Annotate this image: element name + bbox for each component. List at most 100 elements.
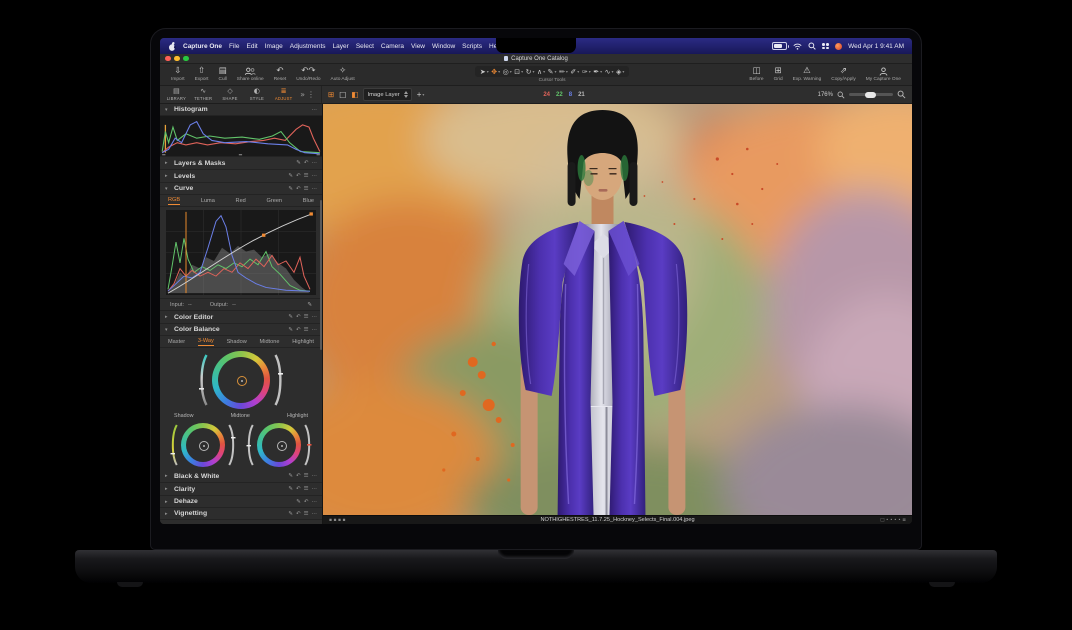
share-online-button[interactable]: Share online bbox=[232, 64, 269, 85]
auto-adjust-button[interactable]: ✧ Auto Adjust bbox=[326, 64, 360, 85]
more-icon[interactable]: ⋯ bbox=[312, 160, 318, 166]
cull-button[interactable]: ▤ Cull bbox=[213, 64, 231, 85]
single-view-icon[interactable]: □ bbox=[339, 90, 346, 99]
apple-logo-icon[interactable] bbox=[168, 42, 176, 51]
cb-tab-master[interactable]: Master bbox=[168, 339, 185, 345]
edit-icon[interactable]: ✎ bbox=[288, 486, 293, 492]
midtone-right-arc-slider[interactable] bbox=[274, 353, 284, 407]
presets-icon[interactable]: ☰ bbox=[304, 186, 309, 192]
menu-image[interactable]: Image bbox=[265, 43, 283, 50]
presets-icon[interactable]: ☰ bbox=[304, 486, 309, 492]
menu-edit[interactable]: Edit bbox=[247, 43, 258, 50]
tab-tether[interactable]: ∿ TETHER bbox=[191, 88, 216, 101]
undo-redo-button[interactable]: ↶↷ Undo/Redo bbox=[291, 64, 325, 85]
pan-tool[interactable]: ✥▾ bbox=[491, 68, 500, 76]
export-button[interactable]: ⇧ Export bbox=[190, 64, 214, 85]
control-center-icon[interactable] bbox=[822, 43, 829, 49]
tab-overflow-icon[interactable]: ⋮ bbox=[307, 90, 315, 99]
curve-tab-blue[interactable]: Blue bbox=[303, 198, 314, 204]
shadow-color-wheel[interactable] bbox=[181, 423, 225, 467]
levels-header[interactable]: ▸ Levels ✎ ↶ ☰ ⋯ bbox=[160, 170, 322, 183]
menu-layer[interactable]: Layer bbox=[333, 43, 349, 50]
edit-icon[interactable]: ✎ bbox=[296, 160, 301, 166]
user-avatar[interactable] bbox=[835, 43, 842, 50]
add-layer-button[interactable]: + ▾ bbox=[417, 90, 425, 99]
reset-icon[interactable]: ↶ bbox=[296, 173, 301, 179]
tab-style[interactable]: ◐ STYLE bbox=[244, 88, 269, 101]
layers-masks-header[interactable]: ▸ Layers & Masks ✎ ↶ ⋯ bbox=[160, 157, 322, 170]
rotate-tool[interactable]: ↻▾ bbox=[526, 68, 535, 76]
crop-tool[interactable]: ⊡▾ bbox=[514, 68, 523, 76]
keystone-tool[interactable]: ∧▾ bbox=[537, 68, 545, 76]
more-icon[interactable]: ⋯ bbox=[312, 486, 318, 492]
shadow-left-arc-slider[interactable] bbox=[170, 423, 178, 467]
presets-icon[interactable]: ☰ bbox=[304, 473, 309, 479]
zoom-slider[interactable] bbox=[849, 93, 893, 96]
battery-icon[interactable] bbox=[772, 42, 787, 50]
expand-tabs-icon[interactable]: » bbox=[300, 90, 305, 99]
exposure-warning-button[interactable]: ⚠ Exp. Warning bbox=[788, 64, 827, 85]
highlight-left-arc-slider[interactable] bbox=[246, 423, 254, 467]
tab-library[interactable]: ▤ LIBRARY bbox=[164, 88, 189, 101]
more-icon[interactable]: ⋯ bbox=[312, 499, 318, 505]
edit-icon[interactable]: ✎ bbox=[288, 473, 293, 479]
grid-button[interactable]: ⊞ Grid bbox=[769, 64, 788, 85]
more-icon[interactable]: ⋯ bbox=[312, 314, 318, 320]
menu-clock[interactable]: Wed Apr 1 9:41 AM bbox=[848, 43, 904, 50]
curve-tab-red[interactable]: Red bbox=[236, 198, 246, 204]
reset-icon[interactable]: ↶ bbox=[304, 499, 309, 505]
clone-tool[interactable]: ✑▾ bbox=[582, 68, 591, 76]
color-balance-header[interactable]: ▾ Color Balance ✎ ↶ ☰ ⋯ bbox=[160, 324, 322, 336]
histogram-header[interactable]: ▾ Histogram ⋯ bbox=[160, 104, 322, 116]
before-after-button[interactable]: ◫ Before bbox=[744, 64, 768, 85]
erase-mask-tool[interactable]: ✏▾ bbox=[559, 68, 568, 76]
zoom-out-icon[interactable] bbox=[837, 91, 845, 99]
black-white-header[interactable]: ▸ Black & White ✎ ↶ ☰ ⋯ bbox=[160, 470, 322, 483]
reset-icon[interactable]: ↶ bbox=[296, 186, 301, 192]
clarity-header[interactable]: ▸ Clarity ✎ ↶ ☰ ⋯ bbox=[160, 483, 322, 496]
loupe-tool[interactable]: ◎▾ bbox=[503, 68, 512, 76]
reset-icon[interactable]: ↶ bbox=[296, 486, 301, 492]
edit-icon[interactable]: ✎ bbox=[288, 173, 293, 179]
highlight-color-wheel[interactable] bbox=[257, 423, 301, 467]
curve-tab-luma[interactable]: Luma bbox=[201, 198, 215, 204]
reset-icon[interactable]: ↶ bbox=[304, 160, 309, 166]
reset-icon[interactable]: ↶ bbox=[296, 473, 301, 479]
color-picker-tool[interactable]: ◈▾ bbox=[616, 68, 624, 76]
edit-icon[interactable]: ✎ bbox=[288, 186, 293, 192]
more-icon[interactable]: ⋯ bbox=[312, 511, 318, 517]
curve-header[interactable]: ▾ Curve ✎ ↶ ☰ ⋯ bbox=[160, 183, 322, 195]
more-icon[interactable]: ⋯ bbox=[312, 473, 318, 479]
reset-button[interactable]: ↶ Reset bbox=[269, 64, 292, 85]
reset-icon[interactable]: ↶ bbox=[296, 511, 301, 517]
tab-shape[interactable]: ◇ SHAPE bbox=[218, 88, 243, 101]
shadow-right-arc-slider[interactable] bbox=[228, 423, 236, 467]
dehaze-header[interactable]: ▸ Dehaze ✎ ↶ ⋯ bbox=[160, 496, 322, 508]
menu-scripts[interactable]: Scripts bbox=[462, 43, 482, 50]
cb-tab-midtone[interactable]: Midtone bbox=[260, 339, 280, 345]
cb-tab-highlight[interactable]: Highlight bbox=[292, 339, 314, 345]
layer-select[interactable]: Image Layer bbox=[363, 88, 411, 101]
menu-app-name[interactable]: Capture One bbox=[183, 43, 222, 50]
footer-left-icons[interactable]: ▪ ▪ ▪ ▪ bbox=[329, 518, 346, 523]
color-editor-header[interactable]: ▸ Color Editor ✎ ↶ ☰ ⋯ bbox=[160, 311, 322, 324]
edit-icon[interactable]: ✎ bbox=[296, 499, 301, 505]
menu-file[interactable]: File bbox=[229, 43, 239, 50]
tab-adjust[interactable]: ≣ ADJUST bbox=[271, 88, 296, 101]
my-capture-one-button[interactable]: My Capture One bbox=[861, 64, 906, 85]
presets-icon[interactable]: ☰ bbox=[304, 327, 309, 333]
import-button[interactable]: ⇩ Import bbox=[166, 64, 190, 85]
midtone-color-wheel[interactable] bbox=[212, 351, 270, 409]
edit-icon[interactable]: ✎ bbox=[288, 511, 293, 517]
proof-view-icon[interactable]: ◧ bbox=[351, 90, 358, 99]
menu-select[interactable]: Select bbox=[356, 43, 374, 50]
wifi-icon[interactable] bbox=[793, 43, 802, 50]
highlight-right-arc-slider[interactable] bbox=[304, 423, 312, 467]
copy-apply-button[interactable]: ⇗ Copy/Apply bbox=[826, 64, 861, 85]
menu-adjustments[interactable]: Adjustments bbox=[290, 43, 326, 50]
menu-window[interactable]: Window bbox=[432, 43, 455, 50]
menu-view[interactable]: View bbox=[411, 43, 425, 50]
footer-right-icons[interactable]: □ • • • • ≣ bbox=[880, 518, 906, 523]
menu-camera[interactable]: Camera bbox=[381, 43, 404, 50]
photo[interactable] bbox=[323, 104, 912, 515]
